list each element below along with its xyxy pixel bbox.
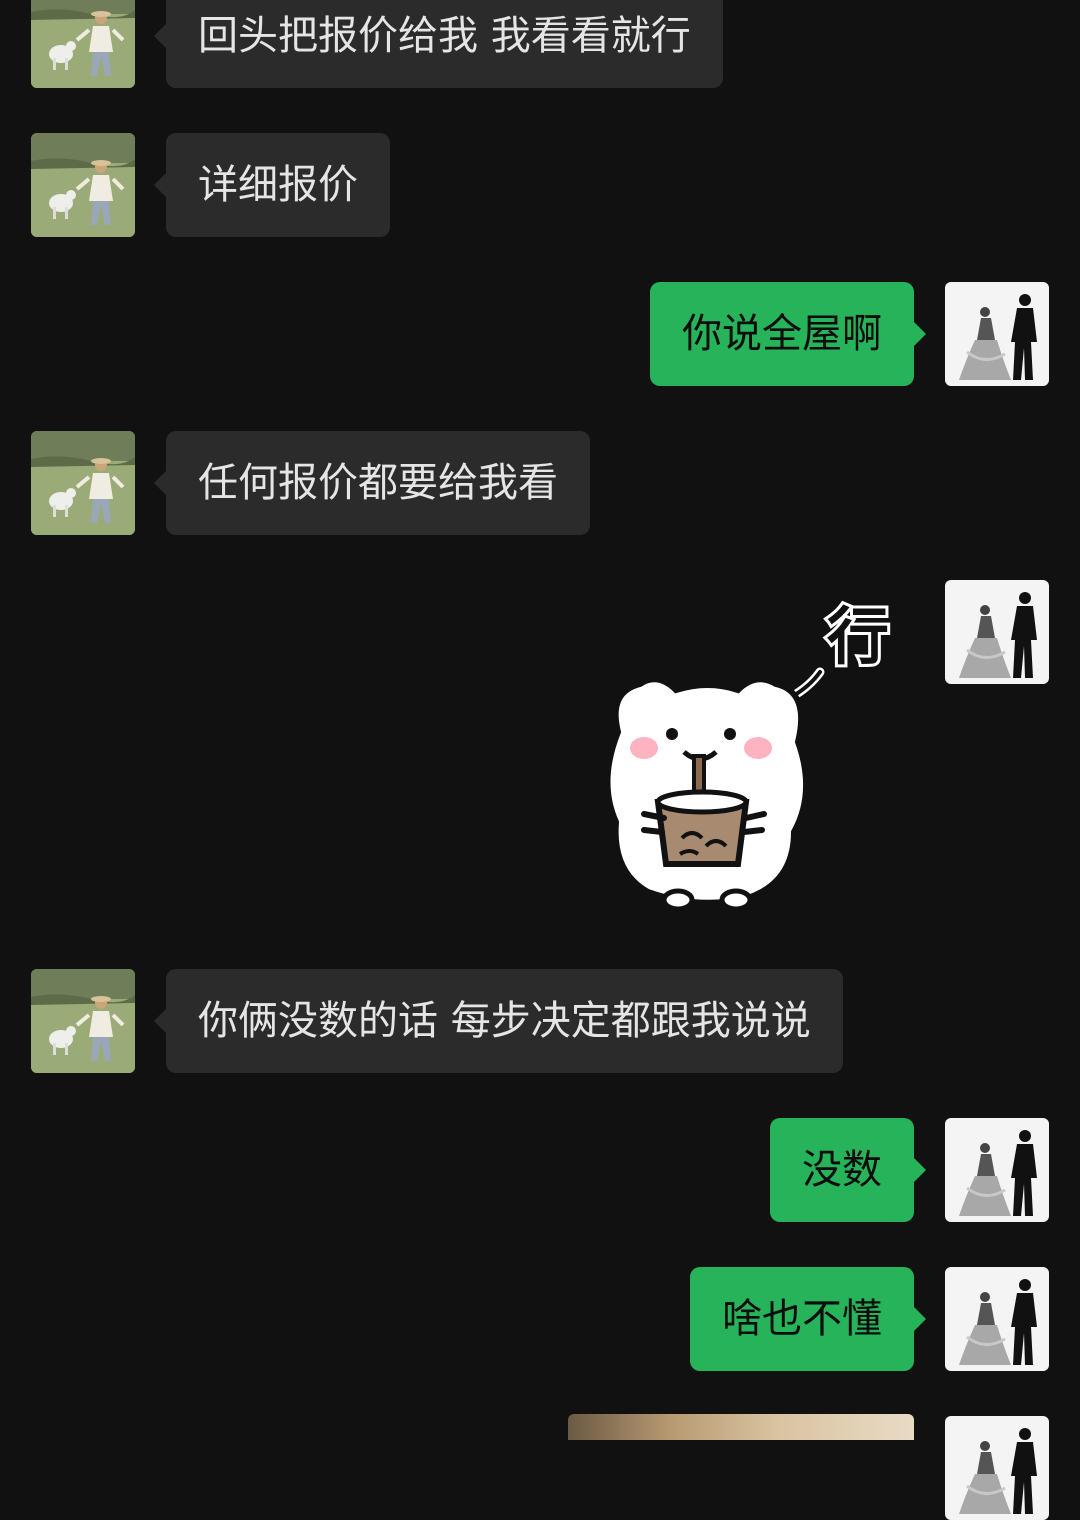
chat-view: 回头把报价给我 我看看就行 详细报价 你说全屋啊 任何报价都要给我看 行 你俩没…: [0, 0, 1080, 1440]
message-bubble-incoming[interactable]: 回头把报价给我 我看看就行: [154, 0, 723, 88]
message-bubble-incoming[interactable]: 你俩没数的话 每步决定都跟我说说: [154, 969, 843, 1073]
message-bubble-incoming[interactable]: 详细报价: [154, 133, 390, 237]
avatar-icon-couple-silhouette: [945, 1416, 1049, 1520]
contact-avatar[interactable]: [31, 133, 135, 237]
message-bubble-outgoing[interactable]: 你说全屋啊: [650, 282, 926, 386]
avatar-icon-person-with-dog: [31, 133, 135, 237]
message-bubble-outgoing[interactable]: 没数: [770, 1118, 926, 1222]
avatar-icon-person-with-dog: [31, 0, 135, 88]
avatar-icon-couple-silhouette: [945, 1267, 1049, 1371]
avatar-icon-couple-silhouette: [945, 282, 1049, 386]
my-avatar[interactable]: [945, 282, 1049, 386]
sticker-message[interactable]: 行: [588, 592, 908, 922]
my-avatar[interactable]: [945, 1267, 1049, 1371]
avatar-icon-couple-silhouette: [945, 580, 1049, 684]
sticker-text: 行: [827, 600, 889, 673]
my-avatar[interactable]: [945, 580, 1049, 684]
avatar-icon-person-with-dog: [31, 969, 135, 1073]
cat-sticker-icon: 行: [604, 597, 892, 912]
contact-avatar[interactable]: [31, 0, 135, 88]
contact-avatar[interactable]: [31, 969, 135, 1073]
contact-avatar[interactable]: [31, 431, 135, 535]
message-bubble-outgoing[interactable]: 啥也不懂: [690, 1267, 926, 1371]
my-avatar[interactable]: [945, 1416, 1049, 1520]
avatar-icon-person-with-dog: [31, 431, 135, 535]
my-avatar[interactable]: [945, 1118, 1049, 1222]
message-bubble-incoming[interactable]: 任何报价都要给我看: [154, 431, 590, 535]
image-message[interactable]: [568, 1414, 914, 1440]
avatar-icon-couple-silhouette: [945, 1118, 1049, 1222]
